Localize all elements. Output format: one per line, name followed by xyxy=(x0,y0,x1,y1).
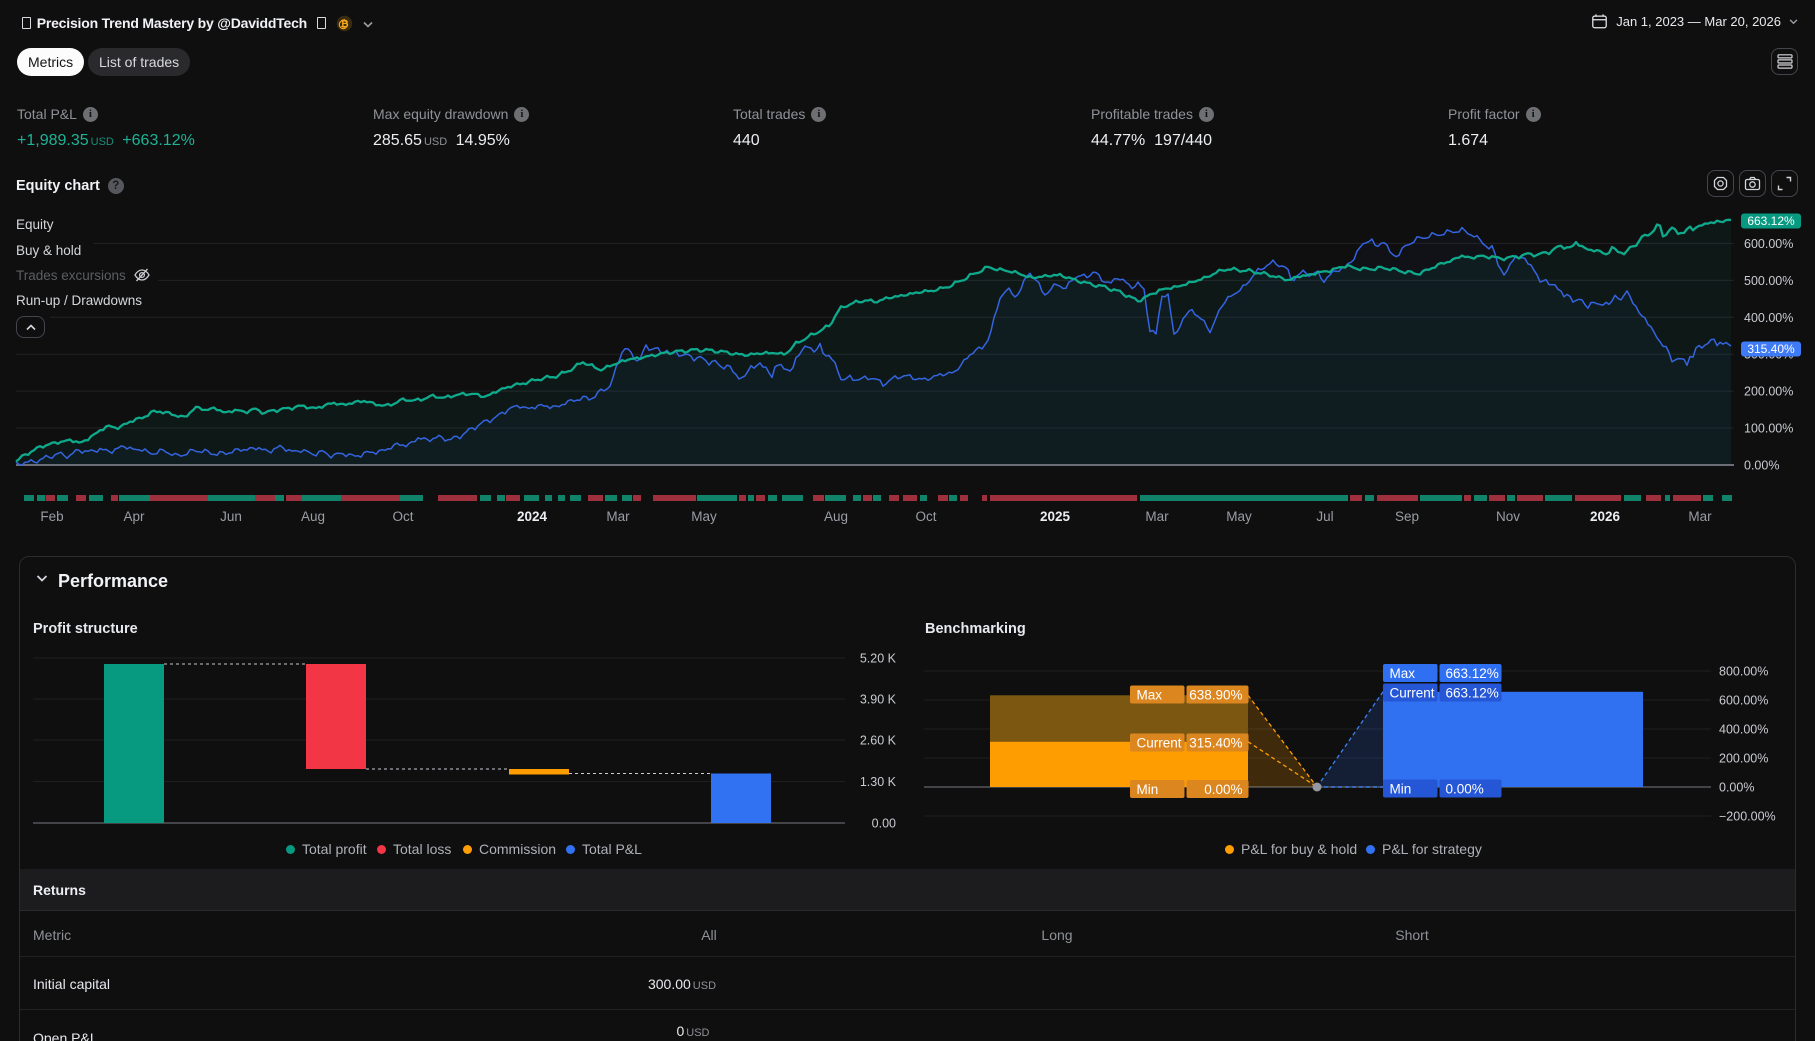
svg-text:5.20 K: 5.20 K xyxy=(860,652,897,666)
svg-text:Max: Max xyxy=(1137,688,1163,703)
svg-text:Min: Min xyxy=(1390,782,1412,797)
svg-text:663.12%: 663.12% xyxy=(1446,686,1499,701)
svg-text:800.00%: 800.00% xyxy=(1719,665,1768,679)
svg-text:200.00%: 200.00% xyxy=(1719,752,1768,766)
svg-text:638.90%: 638.90% xyxy=(1189,688,1242,703)
svg-text:−200.00%: −200.00% xyxy=(1719,810,1776,824)
svg-text:Current: Current xyxy=(1390,686,1435,701)
svg-text:Min: Min xyxy=(1137,782,1159,797)
svg-text:1.30 K: 1.30 K xyxy=(860,775,897,789)
svg-text:0.00%: 0.00% xyxy=(1446,782,1484,797)
svg-text:Current: Current xyxy=(1137,736,1182,751)
svg-text:Max: Max xyxy=(1390,666,1416,681)
svg-text:0.00%: 0.00% xyxy=(1204,782,1242,797)
svg-text:600.00%: 600.00% xyxy=(1719,694,1768,708)
svg-text:315.40%: 315.40% xyxy=(1189,736,1242,751)
svg-text:400.00%: 400.00% xyxy=(1719,723,1768,737)
svg-text:0.00: 0.00 xyxy=(872,817,896,831)
svg-text:0.00%: 0.00% xyxy=(1719,781,1754,795)
svg-text:2.60 K: 2.60 K xyxy=(860,734,897,748)
svg-text:3.90 K: 3.90 K xyxy=(860,693,897,707)
svg-text:663.12%: 663.12% xyxy=(1446,666,1499,681)
